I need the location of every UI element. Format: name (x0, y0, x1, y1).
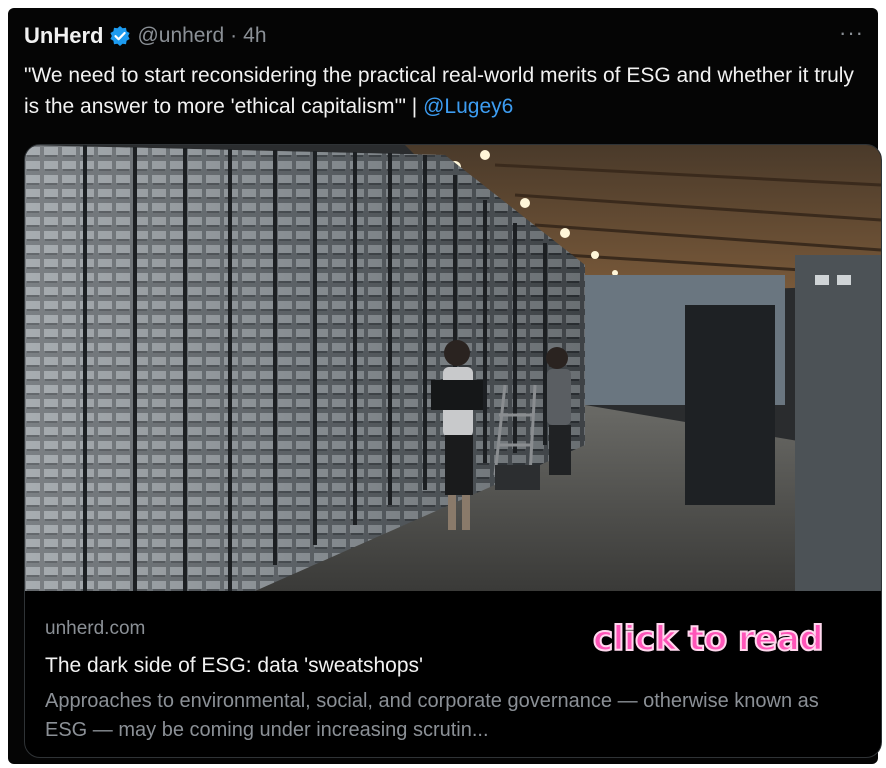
mention-link[interactable]: @Lugey6 (423, 95, 513, 118)
screenshot-frame: UnHerd @unherd · 4h ··· "We need to star… (0, 0, 886, 768)
author-display-name[interactable]: UnHerd (24, 23, 103, 49)
verified-badge-icon (109, 25, 131, 47)
click-to-read-overlay: click to read (592, 618, 825, 660)
header-separator: · (230, 24, 238, 47)
link-card[interactable]: unherd.com The dark side of ESG: data 's… (24, 144, 882, 758)
card-image[interactable] (25, 145, 881, 591)
card-description: Approaches to environmental, social, and… (45, 690, 819, 741)
tweet-timestamp[interactable]: 4h (243, 24, 266, 48)
tweet-text: "We need to start reconsidering the prac… (24, 60, 864, 122)
tweet[interactable]: UnHerd @unherd · 4h ··· "We need to star… (8, 8, 882, 764)
more-dots-icon[interactable]: ··· (839, 22, 864, 44)
author-handle[interactable]: @unherd (137, 24, 224, 48)
tweet-header: UnHerd @unherd · 4h (24, 18, 267, 54)
